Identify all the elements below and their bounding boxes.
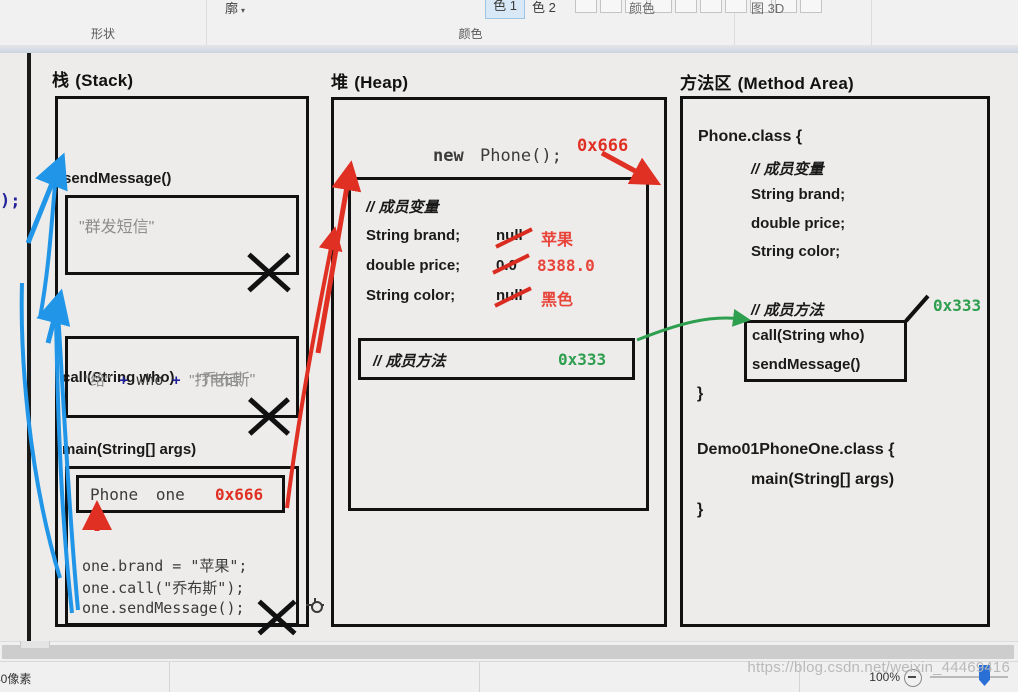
status-segment-size: 40像素 [0,662,170,692]
canvas-tab-corner [20,641,50,648]
method-area-class0-fields-comment: // 成员变量 [751,161,824,178]
color-swatch[interactable] [600,0,622,13]
code-text: one.brand = "苹果"; [82,557,248,575]
stack-sendmessage-body: "群发短信" [79,219,155,236]
heap-title-en: (Heap) [354,73,409,92]
ribbon-toolbar: 形状 廓 色 1 色 2 [0,0,1018,53]
watermark-url: https://blog.csdn.net/weixin_44469416 [747,659,1010,676]
method-area-class1-header: Demo01PhoneOne.class { [697,441,895,458]
stray-code-fragment: ); [0,191,21,211]
zoom-slider-track[interactable] [930,676,1008,678]
stack-main-var-type: Phone [90,485,139,504]
horizontal-scrollbar-thumb[interactable] [2,645,1014,659]
code-text: one.sendMessage(); [82,599,245,617]
heap-new-rest: Phone(); [479,146,562,166]
heap-members-comment: // 成员变量 [366,199,439,216]
stack-title-cn: 栈 [52,71,70,90]
stack-main-code-line-2: one.sendMessage(); [82,599,245,617]
color-swatch[interactable] [675,0,697,13]
method-area-title-cn: 方法区 [680,74,732,93]
stack-main-code-line-0: one.brand = "苹果"; [82,555,247,576]
stack-main-var-decl: Phone one [90,485,185,504]
method-area-class0-footer: } [697,385,704,402]
color1-button[interactable]: 色 1 [485,0,525,19]
call-body-part-0: "给" [85,372,111,389]
method-area-class0-method-1: sendMessage() [752,356,861,373]
stack-method-main-label: main(String[] args) [62,441,197,458]
heap-field-newvalue-1: 8388.0 [537,256,595,275]
color-swatch[interactable] [575,0,597,13]
heap-field-newvalue-2: 黑色 [541,292,574,309]
method-area-title-en: (Method Area) [737,74,854,93]
method-area-class0-method-0: call(String who) [752,327,865,344]
method-area-class0-field-0: String brand; [751,186,846,203]
heap-field-newvalue-0: 苹果 [541,232,574,249]
ribbon-group-3d: 图 3D [735,0,872,45]
ribbon-groups: 形状 廓 色 1 色 2 [0,0,1018,45]
edit-colors-label[interactable]: 颜色 [629,0,655,17]
code-text: one.call("乔布斯"); [82,579,245,597]
heap-methods-comment: // 成员方法 [373,353,446,370]
ribbon-group-shapes: 形状 [0,0,207,45]
stack-method-sendmessage-label: sendMessage() [63,170,172,187]
outline-dropdown-button[interactable]: 廓 [225,0,245,17]
stack-main-code-line-1: one.call("乔布斯"); [82,577,244,598]
method-area-class0-methods-comment: // 成员方法 [751,302,824,319]
status-segment-selection [170,662,480,692]
canvas-resize-handle[interactable] [306,598,324,613]
method-area-class0-field-1: double price; [751,215,846,232]
call-body-part-4: "打电话" [189,372,245,389]
method-area-section-title: 方法区 (Method Area) [680,69,854,94]
ribbon-group-colors: 廓 色 1 色 2 颜色 [207,0,822,45]
stack-main-var-address: 0x666 [215,485,264,504]
ribbon-group-shapes-label: 形状 [90,27,115,41]
ribbon-divider [0,45,1018,53]
heap-methods-address: 0x333 [558,350,607,369]
ribbon-group-colors-label: 颜色 [458,27,483,41]
method-area-class0-methods-address: 0x333 [933,296,982,315]
stack-title-en: (Stack) [75,71,134,90]
heap-section-title: 堆 (Heap) [331,68,408,93]
image-3d-button[interactable]: 图 3D [751,0,784,17]
color2-button[interactable]: 色 2 [532,0,556,16]
stack-call-body: "给" + who + "打电话" [85,369,245,390]
method-area-class1-method-0: main(String[] args) [751,471,895,488]
heap-field-decl-0: String brand; [366,227,461,244]
app-window: 形状 廓 色 1 色 2 [0,0,1018,692]
heap-object-address: 0x666 [577,136,629,156]
ribbon-colors-items: 廓 色 1 色 2 颜色 [207,0,822,24]
heap-new-expression: new Phone(); [433,146,562,166]
paint-canvas[interactable]: ); 栈 (Stack) sendMessage() "群发短信" call(St… [0,53,1018,641]
heap-title-cn: 堆 [331,73,349,92]
status-size-text: 40像素 [0,672,32,686]
method-area-class0-field-2: String color; [751,243,841,260]
stack-section-title: 栈 (Stack) [52,66,133,91]
method-area-class1-footer: } [697,501,704,518]
heap-new-keyword: new [433,146,464,166]
heap-field-decl-2: String color; [366,287,456,304]
call-body-part-3: + [171,372,181,389]
canvas-left-border [27,53,31,641]
method-area-class0-header: Phone.class { [698,128,803,145]
heap-field-decl-1: double price; [366,257,461,274]
call-body-part-1: + [119,372,128,389]
color-swatch[interactable] [700,0,722,13]
stack-main-var-name: one [155,485,185,504]
call-body-part-2: who [136,371,164,389]
ribbon-3d-items: 图 3D [735,0,871,24]
